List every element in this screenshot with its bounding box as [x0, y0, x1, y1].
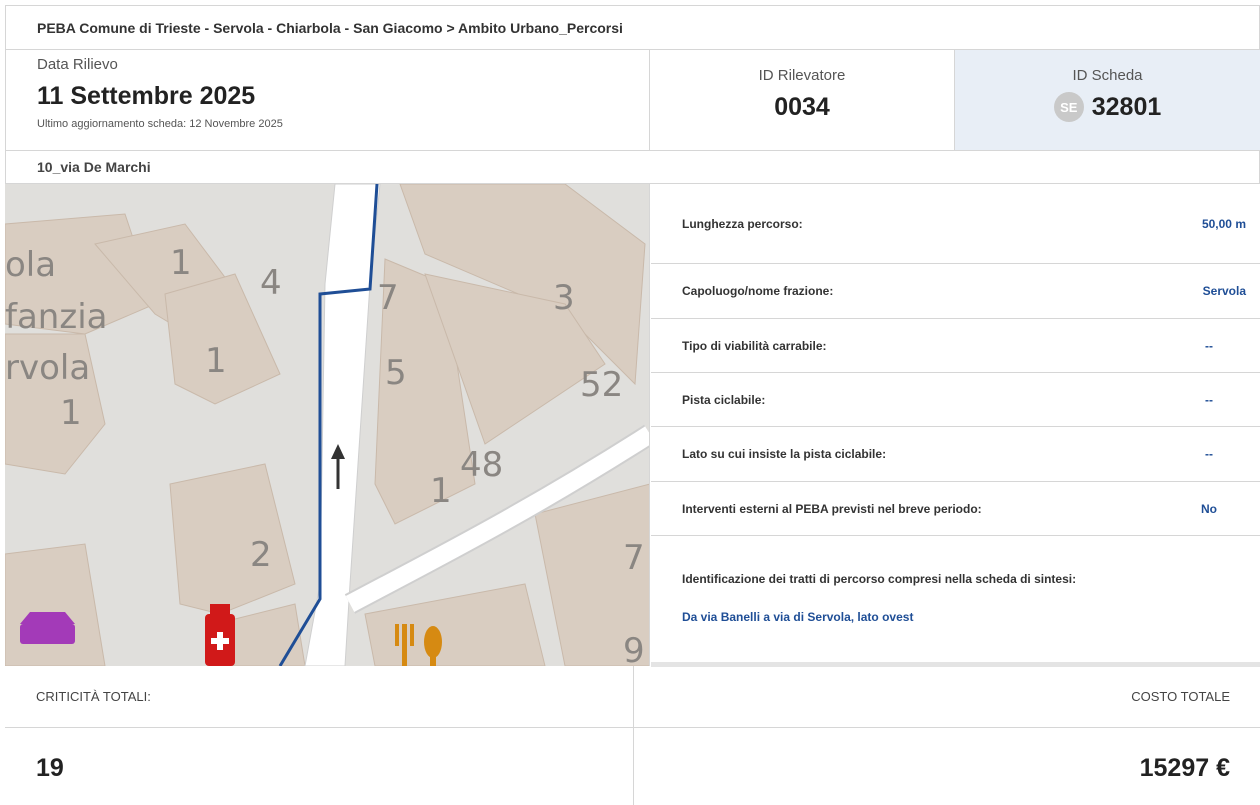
prop-key: Capoluogo/nome frazione:: [682, 284, 834, 298]
map-label: 4: [260, 263, 282, 303]
map-label: ola: [5, 245, 56, 285]
surveyor-panel: ID Rilevatore 0034: [650, 50, 955, 151]
cost-label: COSTO TOTALE: [634, 666, 1260, 728]
properties-panel: Lunghezza percorso: 50,00 m Capoluogo/no…: [651, 184, 1260, 666]
prop-value: No: [1201, 501, 1217, 516]
prop-key: Tipo di viabilità carrabile:: [682, 338, 827, 353]
prop-key: Interventi esterni al PEBA previsti nel …: [682, 501, 982, 516]
criticita-value: 19: [36, 754, 64, 782]
surveyor-label: ID Rilevatore: [758, 67, 846, 84]
map-label: 2: [250, 535, 272, 575]
prop-value: --: [1205, 447, 1213, 461]
market-icon: [20, 612, 75, 644]
prop-row-bike-lane: Pista ciclabile: --: [651, 373, 1260, 427]
cost-value: 15297 €: [1139, 754, 1230, 782]
prop-row-road-type: Tipo di viabilità carrabile: --: [651, 319, 1260, 373]
prop-key: Pista ciclabile:: [682, 392, 766, 407]
map-label: 1: [205, 341, 227, 381]
breadcrumb: PEBA Comune di Trieste - Servola - Chiar…: [37, 19, 623, 36]
surveyor-id: 0034: [774, 93, 830, 121]
map-label: 7: [377, 278, 399, 318]
last-update-text: Ultimo aggiornamento scheda: 12 Novembre…: [37, 118, 283, 130]
map-label: 1: [60, 393, 82, 433]
cost-panel: COSTO TOTALE 15297 €: [634, 666, 1260, 805]
survey-date-panel: Data Rilievo 11 Settembre 2025 Ultimo ag…: [5, 50, 650, 151]
map-label: 1: [170, 243, 192, 283]
prop-value: --: [1205, 338, 1213, 353]
prop-key: Lato su cui insiste la pista ciclabile:: [682, 447, 887, 461]
sheet-id: 32801: [1091, 92, 1162, 121]
map-label: 1: [430, 471, 452, 511]
map-label: rvola: [5, 348, 90, 388]
route-map[interactable]: ola fanzia rvola 1 4 1 1 2 7 5 3 52 48 1…: [5, 184, 650, 666]
criticita-label: CRITICITÀ TOTALI:: [5, 666, 633, 728]
sheet-id-panel: ID Scheda SE 32801: [955, 50, 1260, 151]
map-label: 3: [553, 278, 575, 318]
map-canvas[interactable]: ola fanzia rvola 1 4 1 1 2 7 5 3 52 48 1…: [5, 184, 650, 666]
prop-row-external-works: Interventi esterni al PEBA previsti nel …: [651, 482, 1260, 536]
prop-value: Servola: [1202, 284, 1246, 298]
segments-label: Identificazione dei tratti di percorso c…: [682, 572, 1077, 586]
prop-value: 50,00 m: [1201, 216, 1246, 231]
map-label: 48: [460, 445, 503, 485]
segments-row: Identificazione dei tratti di percorso c…: [651, 536, 1260, 666]
map-label: fanzia: [5, 297, 107, 337]
page-title: PEBA Comune di Trieste - Servola - Chiar…: [5, 5, 1260, 50]
criticita-panel: CRITICITÀ TOTALI: 19: [5, 666, 634, 805]
prop-row-bike-side: Lato su cui insiste la pista ciclabile: …: [651, 427, 1260, 482]
map-label: 7: [623, 538, 645, 578]
segments-value: Da via Banelli a via di Servola, lato ov…: [682, 610, 914, 624]
sheet-type-badge: SE: [1053, 92, 1084, 122]
map-label: 5: [385, 353, 407, 393]
sheet-id-label: ID Scheda: [1072, 67, 1143, 84]
survey-date-label: Data Rilievo: [37, 56, 118, 73]
survey-date: 11 Settembre 2025: [37, 82, 256, 110]
prop-row-length: Lunghezza percorso: 50,00 m: [651, 184, 1260, 264]
map-label: 52: [580, 365, 623, 405]
prop-row-locality: Capoluogo/nome frazione: Servola: [651, 264, 1260, 319]
prop-value: --: [1205, 392, 1213, 407]
prop-key: Lunghezza percorso:: [682, 216, 803, 231]
map-label: 9: [623, 631, 645, 666]
route-name: 10_via De Marchi: [5, 151, 1260, 184]
